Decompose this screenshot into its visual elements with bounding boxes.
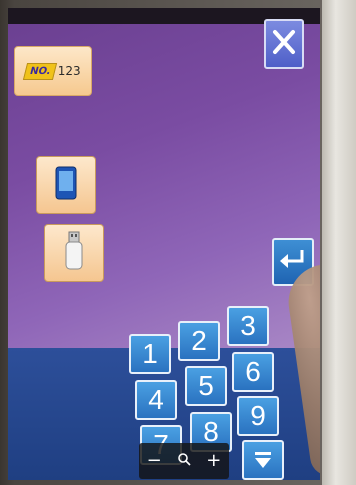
- memory-button[interactable]: [36, 156, 96, 214]
- search-icon[interactable]: [177, 452, 191, 470]
- usb-drive-icon: [63, 231, 85, 275]
- key-label: 4: [148, 384, 164, 415]
- usb-button[interactable]: [44, 224, 104, 282]
- key-6[interactable]: 6: [232, 352, 274, 392]
- key-1[interactable]: 1: [129, 334, 171, 374]
- zoom-out-button[interactable]: −: [147, 452, 162, 470]
- key-2[interactable]: 2: [178, 321, 220, 361]
- key-label: 9: [250, 400, 266, 431]
- key-label: 2: [191, 325, 207, 356]
- close-icon: [272, 28, 296, 60]
- program-number-label: NO.: [23, 62, 58, 80]
- down-key[interactable]: [242, 440, 284, 480]
- key-9[interactable]: 9: [237, 396, 279, 436]
- key-label: 1: [142, 338, 158, 369]
- key-label: 5: [198, 370, 214, 401]
- zoom-toolbar: − +: [139, 443, 229, 479]
- arrow-down-bar-icon: [253, 444, 273, 476]
- touch-screen: NO. 123 1 2 3 4 5 6 8 9: [8, 8, 320, 480]
- key-label: 3: [240, 310, 256, 341]
- program-number-value: 123: [57, 64, 81, 78]
- close-button[interactable]: [264, 19, 304, 69]
- key-label: 6: [245, 356, 261, 387]
- program-number-badge[interactable]: NO. 123: [14, 46, 92, 96]
- key-3[interactable]: 3: [227, 306, 269, 346]
- key-5[interactable]: 5: [185, 366, 227, 406]
- key-4[interactable]: 4: [135, 380, 177, 420]
- memory-chip-icon: [53, 165, 79, 205]
- zoom-in-button[interactable]: +: [206, 452, 221, 470]
- machine-frame: [322, 0, 356, 485]
